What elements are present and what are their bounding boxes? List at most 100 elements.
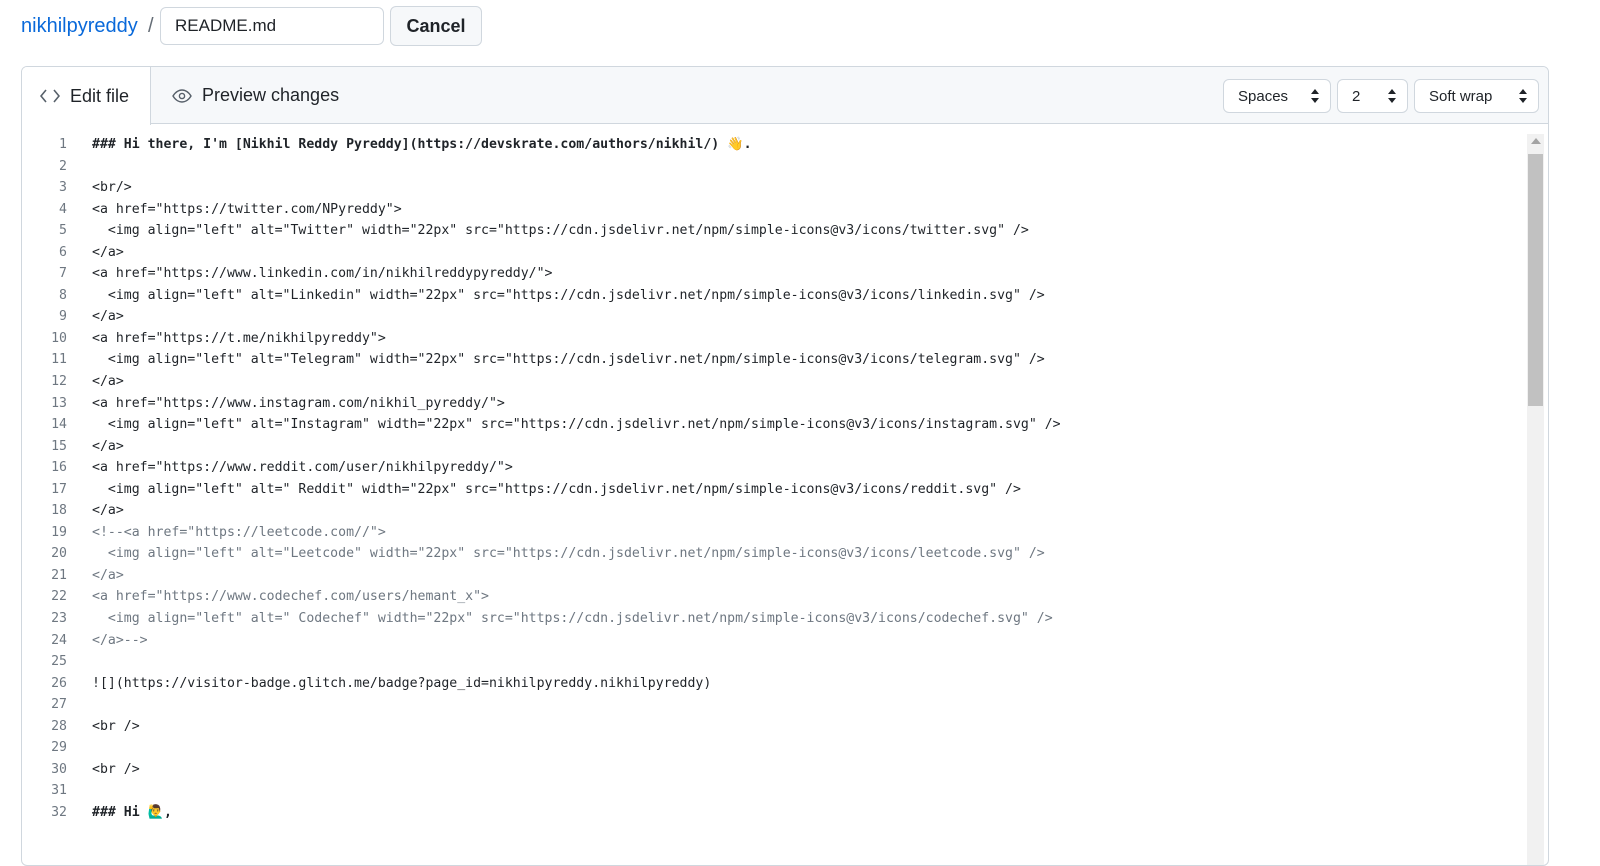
- code-line[interactable]: 25: [22, 651, 1522, 673]
- code-line[interactable]: 30 <br />: [22, 759, 1522, 781]
- code-line[interactable]: 23 <img align="left" alt=" Codechef" wid…: [22, 608, 1522, 630]
- code-line[interactable]: 18 </a>: [22, 500, 1522, 522]
- code-text[interactable]: <a href="https://www.instagram.com/nikhi…: [92, 393, 505, 415]
- code-text[interactable]: <a href="https://t.me/nikhilpyreddy">: [92, 328, 386, 350]
- line-number: 10: [51, 330, 67, 346]
- editor-toolbar: Edit file Preview changes Spaces 2 Soft …: [22, 67, 1548, 125]
- scroll-up-arrow-icon[interactable]: [1531, 138, 1541, 144]
- indent-size-value: 2: [1352, 87, 1361, 105]
- code-text[interactable]: <br />: [92, 759, 140, 781]
- code-line[interactable]: 12 </a>: [22, 371, 1522, 393]
- line-number: 23: [51, 611, 67, 627]
- line-number: 2: [59, 158, 67, 174]
- code-line[interactable]: 2: [22, 156, 1522, 178]
- wrap-mode-select[interactable]: Soft wrap: [1414, 79, 1539, 113]
- code-line[interactable]: 14 <img align="left" alt="Instagram" wid…: [22, 414, 1522, 436]
- code-text[interactable]: <img align="left" alt="Linkedin" width="…: [92, 285, 1045, 307]
- code-text[interactable]: ![](https://visitor-badge.glitch.me/badg…: [92, 673, 711, 695]
- code-text[interactable]: </a>: [92, 500, 124, 522]
- tab-preview-changes[interactable]: Preview changes: [172, 67, 339, 124]
- code-line[interactable]: 3 <br/>: [22, 177, 1522, 199]
- line-number: 5: [59, 223, 67, 239]
- code-text[interactable]: <img align="left" alt="Leetcode" width="…: [92, 543, 1045, 565]
- code-text[interactable]: </a>-->: [92, 630, 148, 652]
- code-icon: [40, 89, 60, 103]
- scrollbar-thumb[interactable]: [1528, 154, 1543, 406]
- code-text[interactable]: <img align="left" alt="Twitter" width="2…: [92, 220, 1029, 242]
- code-line[interactable]: 22 <a href="https://www.codechef.com/user…: [22, 586, 1522, 608]
- code-area[interactable]: 1 ### Hi there, I'm [Nikhil Reddy Pyreddy…: [22, 134, 1522, 824]
- code-text[interactable]: <a href="https://www.linkedin.com/in/nik…: [92, 263, 553, 285]
- code-text[interactable]: </a>: [92, 306, 124, 328]
- repo-link[interactable]: nikhilpyreddy: [21, 15, 138, 38]
- code-line[interactable]: 8 <img align="left" alt="Linkedin" width…: [22, 285, 1522, 307]
- code-line[interactable]: 5 <img align="left" alt="Twitter" width=…: [22, 220, 1522, 242]
- code-line[interactable]: 21 </a>: [22, 565, 1522, 587]
- line-number: 11: [51, 352, 67, 368]
- eye-icon: [172, 88, 192, 103]
- code-line[interactable]: 17 <img align="left" alt=" Reddit" width…: [22, 479, 1522, 501]
- line-number: 1: [59, 137, 67, 152]
- code-line[interactable]: 7 <a href="https://www.linkedin.com/in/ni…: [22, 263, 1522, 285]
- line-number: 12: [51, 374, 67, 390]
- line-number: 21: [51, 567, 67, 583]
- line-number: 25: [51, 654, 67, 670]
- code-text[interactable]: </a>: [92, 371, 124, 393]
- line-number: 31: [51, 783, 67, 799]
- line-number: 19: [51, 524, 67, 540]
- code-line[interactable]: 1 ### Hi there, I'm [Nikhil Reddy Pyreddy…: [22, 134, 1522, 156]
- code-line[interactable]: 9 </a>: [22, 306, 1522, 328]
- code-line[interactable]: 20 <img align="left" alt="Leetcode" widt…: [22, 543, 1522, 565]
- indent-size-select[interactable]: 2: [1337, 79, 1408, 113]
- line-number: 18: [51, 503, 67, 519]
- line-number: 3: [59, 180, 67, 196]
- code-text[interactable]: <img align="left" alt=" Reddit" width="2…: [92, 479, 1021, 501]
- code-line[interactable]: 24 </a>-->: [22, 630, 1522, 652]
- code-line[interactable]: 4 <a href="https://twitter.com/NPyreddy">: [22, 199, 1522, 221]
- code-line[interactable]: 10 <a href="https://t.me/nikhilpyreddy">: [22, 328, 1522, 350]
- cancel-button[interactable]: Cancel: [390, 6, 482, 46]
- code-line[interactable]: 13 <a href="https://www.instagram.com/nik…: [22, 393, 1522, 415]
- code-line[interactable]: 15 </a>: [22, 436, 1522, 458]
- code-line[interactable]: 29: [22, 737, 1522, 759]
- code-line[interactable]: 32 ### Hi 🙋‍♂️,: [22, 802, 1522, 824]
- code-text[interactable]: <img align="left" alt=" Codechef" width=…: [92, 608, 1053, 630]
- code-line[interactable]: 28 <br />: [22, 716, 1522, 738]
- code-text[interactable]: <img align="left" alt="Telegram" width="…: [92, 349, 1045, 371]
- line-number: 16: [51, 460, 67, 476]
- tab-preview-changes-label: Preview changes: [202, 85, 340, 105]
- code-line[interactable]: 27: [22, 694, 1522, 716]
- tab-edit-file[interactable]: Edit file: [22, 67, 151, 125]
- code-line[interactable]: 19 <!--<a href="https://leetcode.com//">: [22, 522, 1522, 544]
- code-text[interactable]: <br/>: [92, 177, 132, 199]
- line-number: 7: [59, 266, 67, 282]
- line-number: 22: [51, 589, 67, 605]
- filename-input[interactable]: [160, 7, 384, 45]
- line-number: 17: [51, 481, 67, 497]
- line-number: 13: [51, 395, 67, 411]
- code-text[interactable]: </a>: [92, 242, 124, 264]
- code-line[interactable]: 31: [22, 780, 1522, 802]
- code-line[interactable]: 16 <a href="https://www.reddit.com/user/n…: [22, 457, 1522, 479]
- code-line[interactable]: 11 <img align="left" alt="Telegram" widt…: [22, 349, 1522, 371]
- code-text[interactable]: <a href="https://www.reddit.com/user/nik…: [92, 457, 513, 479]
- indent-mode-value: Spaces: [1238, 87, 1289, 105]
- code-text[interactable]: ### Hi there, I'm [Nikhil Reddy Pyreddy]…: [92, 134, 752, 156]
- line-number: 4: [59, 201, 67, 217]
- path-separator: /: [148, 15, 154, 37]
- line-number: 28: [51, 718, 67, 734]
- code-text[interactable]: <a href="https://twitter.com/NPyreddy">: [92, 199, 402, 221]
- code-text[interactable]: <a href="https://www.codechef.com/users/…: [92, 586, 489, 608]
- code-text[interactable]: </a>: [92, 436, 124, 458]
- code-line[interactable]: 26 ![](https://visitor-badge.glitch.me/ba…: [22, 673, 1522, 695]
- line-number: 27: [51, 697, 67, 713]
- vertical-scrollbar[interactable]: [1527, 134, 1544, 865]
- indent-mode-select[interactable]: Spaces: [1223, 79, 1331, 113]
- code-text[interactable]: <img align="left" alt="Instagram" width=…: [92, 414, 1061, 436]
- code-line[interactable]: 6 </a>: [22, 242, 1522, 264]
- code-text[interactable]: </a>: [92, 565, 124, 587]
- code-text[interactable]: ### Hi 🙋‍♂️,: [92, 802, 172, 824]
- line-number: 24: [51, 632, 67, 648]
- code-text[interactable]: <!--<a href="https://leetcode.com//">: [92, 522, 386, 544]
- code-text[interactable]: <br />: [92, 716, 140, 738]
